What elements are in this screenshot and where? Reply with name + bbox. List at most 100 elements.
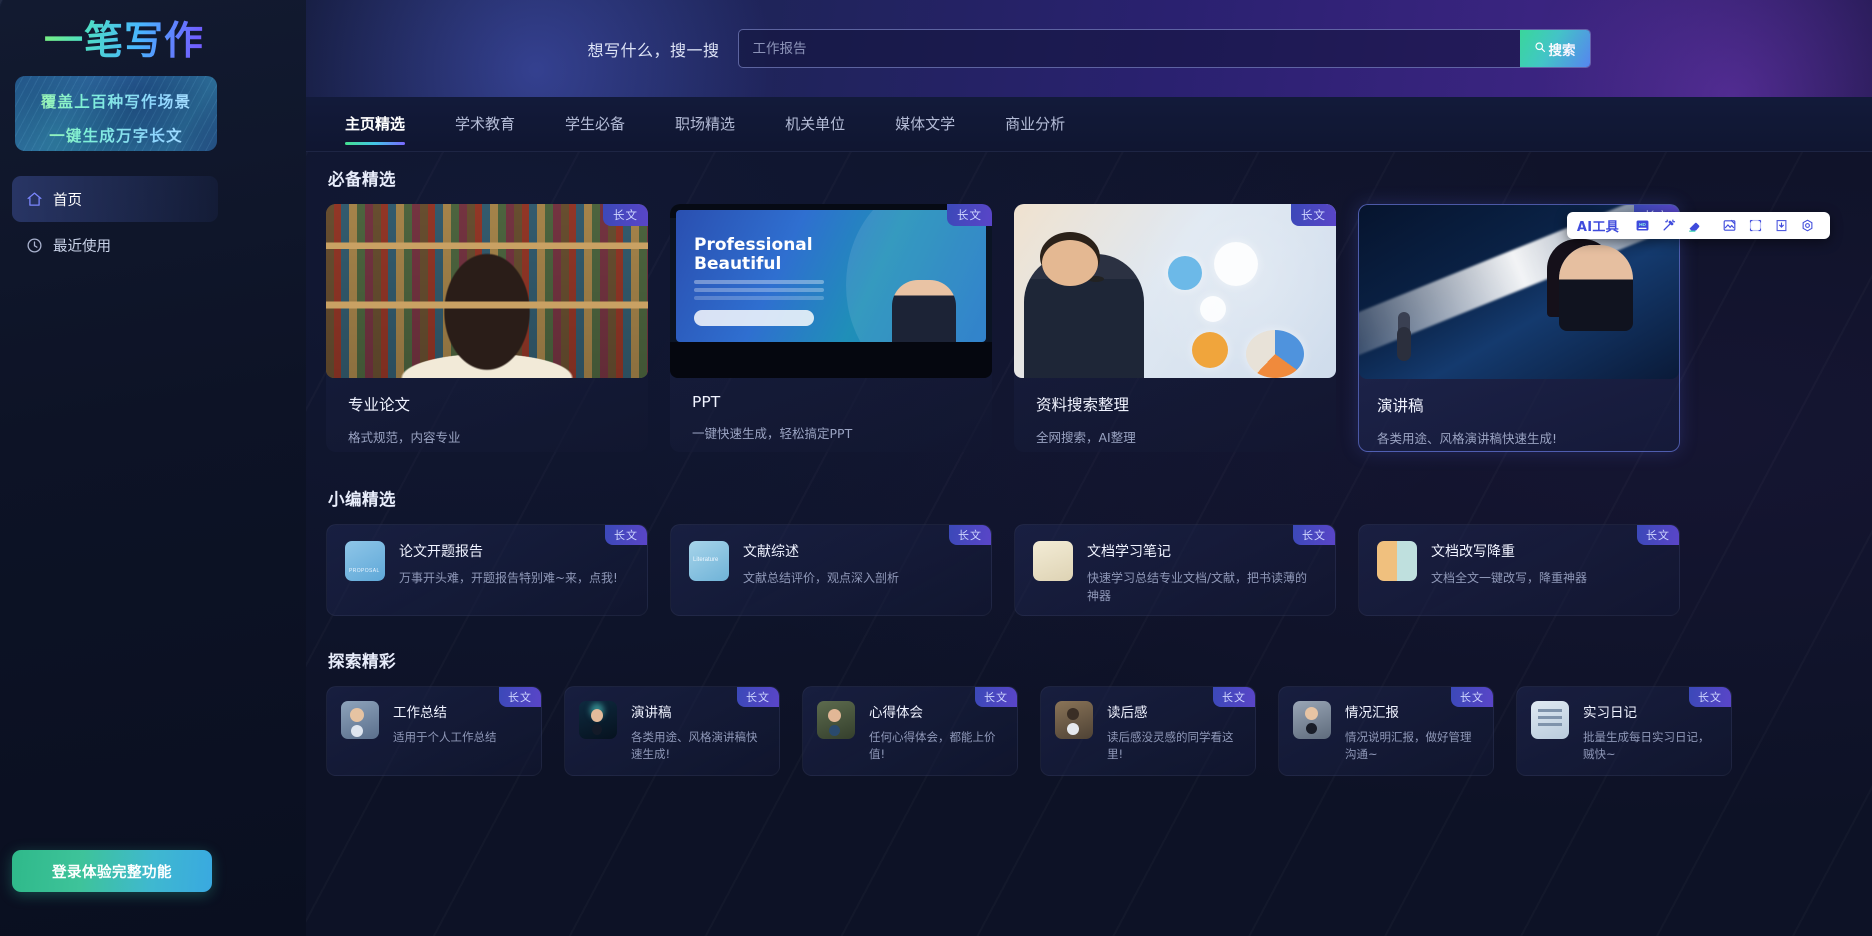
card-description: 各类用途、风格演讲稿快速生成! [1377,431,1558,446]
search-button-label: 搜索 [1548,42,1576,59]
rewrite-icon [1377,541,1417,581]
sidebar: 一笔写作 覆盖上百种写作场景 一键生成万字长文 首页 最近使用 登录体验完整功能 [0,0,306,936]
category-tabs: 主页精选 学术教育 学生必备 职场精选 机关单位 媒体文学 商业分析 [306,97,1872,152]
tab-workplace[interactable]: 职场精选 [650,97,760,152]
stage-floor [670,342,992,378]
editor-picks-row: 论文开题报告 万事开头难，开题报告特别难~来，点我! 长文 文献综述 文献总结评… [306,524,1872,616]
ai-tools-toolbar[interactable]: AI工具 HD [1566,212,1830,239]
status-badge: 长文 [1213,687,1255,707]
sidebar-nav: 首页 最近使用 [12,176,218,268]
literature-icon [689,541,729,581]
section-title-editor-picks: 小编精选 [328,490,396,509]
card-description: 批量生成每日实习日记，贼快~ [1583,730,1710,761]
card-title: 工作总结 [393,705,447,721]
card-title: 文档学习笔记 [1087,544,1171,560]
status-badge: 长文 [499,687,541,707]
internship-diary-icon [1531,701,1569,739]
featured-card-research[interactable]: 长文 资料搜索整理 全网搜索，AI整理 [1014,204,1336,452]
tab-student[interactable]: 学生必备 [540,97,650,152]
card-title: PPT [692,393,721,411]
sidebar-item-label: 首页 [53,192,82,209]
card-description: 文档全文一键改写，降重神器 [1431,571,1588,585]
list-item-rewrite[interactable]: 文档改写降重 文档全文一键改写，降重神器 长文 [1358,524,1680,616]
card-description: 任何心得体会，都能上价值! [869,730,996,761]
status-badge: 长文 [1291,204,1336,226]
data-analyst-photo [1014,204,1336,378]
library-photo [326,204,648,378]
promo-line-2: 一键生成万字长文 [15,124,217,146]
list-item-proposal[interactable]: 论文开题报告 万事开头难，开题报告特别难~来，点我! 长文 [326,524,648,616]
content-scroll-area[interactable]: 必备精选 长文 专业论文 格式规范，内容专业 Professional Beau… [306,152,1872,936]
crop-icon[interactable] [1742,214,1768,237]
status-badge: 长文 [975,687,1017,707]
list-item-work-summary[interactable]: 工作总结 适用于个人工作总结 长文 [326,686,542,776]
status-badge: 长文 [1293,525,1335,545]
list-item-literature-review[interactable]: 文献综述 文献总结评价，观点深入剖析 长文 [670,524,992,616]
card-description: 一键快速生成，轻松搞定PPT [692,426,853,441]
featured-card-speech[interactable]: 长文 演讲稿 各类用途、风格演讲稿快速生成! [1358,204,1680,452]
book-report-icon [1055,701,1093,739]
card-description: 情况说明汇报，做好管理沟通~ [1345,730,1472,761]
login-button[interactable]: 登录体验完整功能 [12,850,212,892]
slide-heading: Professional Beautiful [694,235,813,274]
card-description: 万事开头难，开题报告特别难~来，点我! [399,571,618,585]
card-thumbnail: 长文 [1014,204,1336,378]
list-item-study-notes[interactable]: 文档学习笔记 快速学习总结专业文档/文献，把书读薄的神器 长文 [1014,524,1336,616]
magic-wand-icon[interactable] [1655,214,1681,237]
bubble-shape [1214,242,1258,286]
tab-business[interactable]: 商业分析 [980,97,1090,152]
search-label: 想写什么，搜一搜 [587,40,720,60]
list-item-insight[interactable]: 心得体会 任何心得体会，都能上价值! 长文 [802,686,1018,776]
tab-media[interactable]: 媒体文学 [870,97,980,152]
slide-button-shape [694,310,814,326]
search-input[interactable] [738,30,1520,67]
eraser-icon[interactable] [1681,214,1707,237]
featured-card-ppt[interactable]: Professional Beautiful 长文 PPT 一键快速生成，轻松搞定… [670,204,992,452]
home-icon [26,191,43,208]
sidebar-item-home[interactable]: 首页 [12,176,218,222]
list-item-speech[interactable]: 演讲稿 各类用途、风格演讲稿快速生成! 长文 [564,686,780,776]
status-badge: 长文 [947,204,992,226]
tab-academic[interactable]: 学术教育 [430,97,540,152]
promo-banner[interactable]: 覆盖上百种写作场景 一键生成万字长文 [15,76,217,151]
promo-line-1: 覆盖上百种写作场景 [15,90,217,112]
hd-icon[interactable]: HD [1629,214,1655,237]
status-badge: 长文 [1689,687,1731,707]
card-thumbnail: 长文 [326,204,648,378]
section-title-explore: 探索精彩 [328,652,396,671]
section-title-essential: 必备精选 [328,170,396,189]
explore-row: 工作总结 适用于个人工作总结 长文 演讲稿 各类用途、风格演讲稿快速生成! 长文 [306,686,1872,776]
download-icon[interactable] [1768,214,1794,237]
speech-icon [579,701,617,739]
card-description: 适用于个人工作总结 [393,730,497,744]
search-button[interactable]: 搜索 [1519,30,1590,67]
sidebar-item-label: 最近使用 [53,238,111,255]
status-badge: 长文 [949,525,991,545]
bubble-shape [1168,256,1202,290]
image-edit-icon[interactable] [1716,214,1742,237]
tab-government[interactable]: 机关单位 [760,97,870,152]
card-description: 读后感没灵感的同学看这里! [1107,730,1234,761]
svg-text:HD: HD [1639,222,1646,227]
card-title: 文档改写降重 [1431,544,1515,560]
work-summary-icon [341,701,379,739]
search-box[interactable]: 搜索 [737,29,1591,68]
settings-icon[interactable] [1794,214,1820,237]
search-row: 想写什么，搜一搜 搜索 [306,0,1872,97]
status-badge: 长文 [1451,687,1493,707]
app-logo[interactable]: 一笔写作 [44,14,224,70]
card-description: 格式规范，内容专业 [348,430,461,445]
proposal-icon [345,541,385,581]
list-item-internship-diary[interactable]: 实习日记 批量生成每日实习日记，贼快~ 长文 [1516,686,1732,776]
featured-card-thesis[interactable]: 长文 专业论文 格式规范，内容专业 [326,204,648,452]
card-description: 全网搜索，AI整理 [1036,430,1136,445]
insight-icon [817,701,855,739]
sidebar-item-recent[interactable]: 最近使用 [12,222,218,268]
situation-report-icon [1293,701,1331,739]
bubble-shape [1200,296,1226,322]
tab-home-featured[interactable]: 主页精选 [320,97,430,152]
list-item-book-report[interactable]: 读后感 读后感没灵感的同学看这里! 长文 [1040,686,1256,776]
list-item-situation-report[interactable]: 情况汇报 情况说明汇报，做好管理沟通~ 长文 [1278,686,1494,776]
card-title: 资料搜索整理 [1036,396,1130,414]
toolbar-separator [1707,225,1716,226]
